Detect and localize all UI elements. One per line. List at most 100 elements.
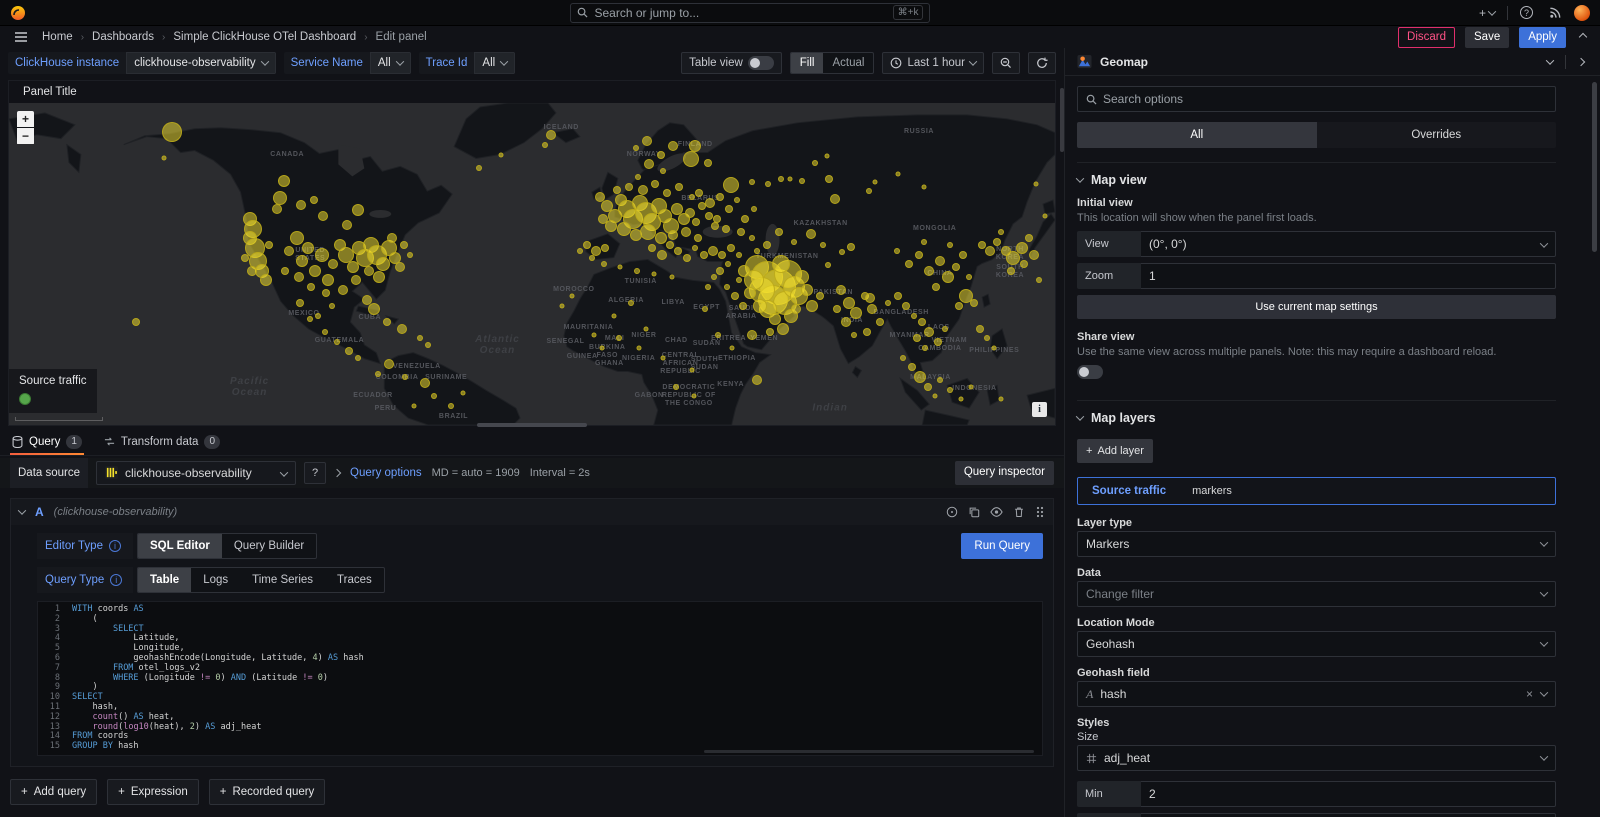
query-type-logs[interactable]: Logs [191,568,240,592]
apply-button[interactable]: Apply [1519,27,1566,48]
max-input[interactable]: 15 [1141,813,1556,817]
recorded-query-button[interactable]: +Recorded query [209,779,326,805]
add-button[interactable]: + [1475,6,1499,20]
duplicate-query-icon[interactable] [968,506,980,518]
query-inspector-button[interactable]: Query inspector [955,461,1054,485]
actual-option[interactable]: Actual [823,53,873,73]
collapse-pane-icon[interactable] [1574,59,1588,65]
section-map-view-header[interactable]: Map view [1077,173,1556,187]
query-options[interactable]: Query options MD = auto = 1909 Interval … [334,467,590,479]
var-instance-value[interactable]: clickhouse-observability [126,52,275,74]
discard-button[interactable]: Discard [1398,27,1455,48]
map-marker [351,275,361,285]
panel-title[interactable]: Panel Title [9,81,1055,103]
query-type-help-icon[interactable]: i [110,574,122,586]
plus-icon: + [220,786,227,798]
editor-type-help-icon[interactable]: i [109,540,121,552]
map-canvas[interactable]: RUSSIACANADAUNITED STATESMEXICOCUBAGUATE… [9,103,1055,425]
refresh-button[interactable] [1028,52,1056,74]
map-marker [591,333,596,338]
collapse-toolbar-icon[interactable] [1576,34,1590,40]
add-query-button[interactable]: +Add query [10,779,97,805]
map-marker [722,225,730,233]
save-button[interactable]: Save [1465,27,1509,48]
layer-name[interactable]: Source traffic [1092,485,1166,497]
options-scrollbar[interactable] [1592,82,1597,252]
fill-option[interactable]: Fill [791,53,824,73]
map-marker [655,232,667,244]
view-select[interactable]: (0°, 0°) [1141,231,1556,257]
zoom-input[interactable]: 1 [1141,263,1556,289]
panel-resize-handle[interactable] [477,423,587,427]
var-service-label: Service Name [284,52,370,74]
share-view-toggle[interactable] [1077,365,1103,379]
var-trace-value[interactable]: All [474,52,515,74]
options-search-input[interactable]: Search options [1077,86,1556,112]
var-clickhouse-instance[interactable]: ClickHouse instance clickhouse-observabi… [8,52,276,74]
tab-transform-data[interactable]: Transform data 0 [102,431,222,455]
run-query-button[interactable]: Run Query [961,533,1043,559]
map-marker [322,274,334,286]
breadcrumb-dashboards[interactable]: Dashboards [92,31,154,43]
menu-icon[interactable] [10,31,32,43]
data-select[interactable]: Change filter [1077,581,1556,607]
map-marker [716,267,724,275]
editor-type-sql-editor[interactable]: SQL Editor [138,534,222,558]
query-type-time-series[interactable]: Time Series [240,568,325,592]
query-history-icon[interactable] [946,506,958,518]
grafana-logo[interactable] [10,5,26,21]
query-row-header[interactable]: A (clickhouse-observability) [11,499,1053,525]
layer-row-source-traffic[interactable]: Source traffic markers [1077,477,1556,505]
use-current-map-settings-button[interactable]: Use current map settings [1077,295,1556,319]
news-icon[interactable] [1545,6,1566,19]
map-zoom-in-button[interactable]: + [17,111,34,127]
datasource-help-button[interactable]: ? [304,462,326,484]
table-view-switch[interactable] [748,56,774,70]
map-marker [384,359,394,369]
tab-all[interactable]: All [1077,122,1317,148]
breadcrumb-dashboard-name[interactable]: Simple ClickHouse OTel Dashboard [173,31,356,43]
sql-editor[interactable]: 1WITH coords AS2 (3 SELECT4 Latitude,5 L… [37,601,1043,756]
layer-type-select[interactable]: Markers [1077,531,1556,557]
hide-response-eye-icon[interactable] [990,506,1003,518]
map-marker [777,323,789,335]
map-zoom-out-button[interactable]: − [17,128,34,144]
map-marker [715,332,721,338]
table-view-toggle[interactable]: Table view [681,52,782,74]
search-input[interactable]: Search or jump to... ⌘+k [570,3,930,23]
query-type-table[interactable]: Table [138,568,191,592]
tab-query[interactable]: Query 1 [10,431,84,455]
size-field-select[interactable]: adj_heat [1077,745,1556,771]
datasource-picker[interactable]: clickhouse-observability [96,461,296,485]
clear-icon[interactable]: × [1526,687,1533,701]
expression-button[interactable]: +Expression [107,779,199,805]
geohash-field-select[interactable]: A hash × [1077,681,1556,707]
section-map-layers-header[interactable]: Map layers [1077,411,1556,425]
breadcrumb-home[interactable]: Home [42,31,73,43]
map-marker [806,300,818,312]
help-icon[interactable]: ? [1516,6,1537,19]
query-type-traces[interactable]: Traces [325,568,384,592]
var-service-value[interactable]: All [370,52,411,74]
editor-type-query-builder[interactable]: Query Builder [222,534,316,558]
var-service-name[interactable]: Service Name All [284,52,411,74]
viz-picker-chevron-icon[interactable] [1543,59,1557,65]
zoom-out-time-button[interactable] [992,52,1020,74]
delete-query-icon[interactable] [1013,506,1025,518]
map-marker [947,242,953,248]
map-marker [241,254,249,262]
map-marker [725,205,733,213]
avatar[interactable] [1574,5,1590,21]
min-input[interactable]: 2 [1141,781,1556,807]
time-range-picker[interactable]: Last 1 hour [882,52,984,74]
visualization-name[interactable]: Geomap [1100,55,1148,69]
map-attribution-button[interactable]: i [1032,402,1047,417]
editor-scrollbar[interactable] [704,750,1034,753]
map-marker [921,239,927,245]
drag-handle-icon[interactable] [1035,506,1045,518]
location-mode-select[interactable]: Geohash [1077,631,1556,657]
plus-icon: + [1086,445,1092,457]
var-trace-id[interactable]: Trace Id All [419,52,516,74]
tab-overrides[interactable]: Overrides [1317,122,1557,148]
add-layer-button[interactable]: +Add layer [1077,439,1153,463]
